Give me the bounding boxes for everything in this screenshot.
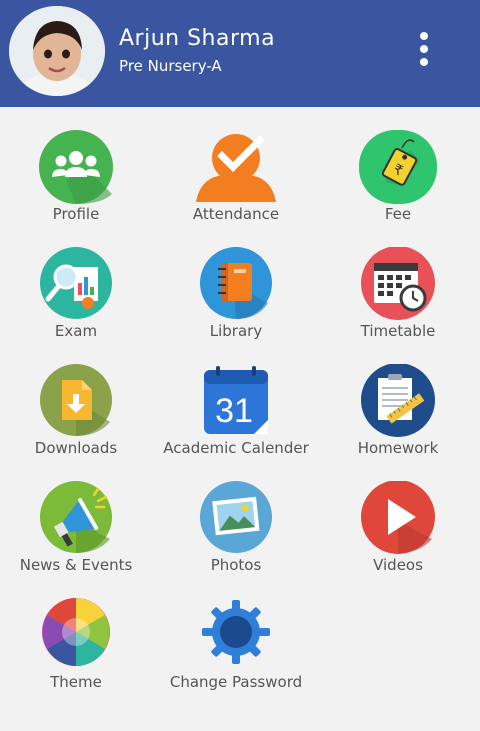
profile-group-icon (39, 130, 113, 204)
attendance-check-icon (196, 134, 276, 202)
user-class: Pre Nursery-A (119, 57, 222, 75)
tile-library[interactable]: Library (156, 247, 316, 357)
academic-calendar-icon: 31 (204, 366, 268, 434)
tile-label: Theme (50, 673, 102, 691)
theme-color-wheel-icon (42, 598, 110, 666)
tile-label: Timetable (360, 322, 436, 340)
menu-dot-icon (420, 45, 428, 53)
tile-label: Profile (52, 205, 100, 223)
fee-rupee-tag-icon: ₹ (359, 130, 437, 204)
tile-attendance[interactable]: Attendance (156, 130, 316, 240)
exam-magnifier-chart-icon (40, 247, 112, 319)
timetable-calendar-clock-icon (361, 247, 435, 320)
tile-downloads[interactable]: Downloads (0, 364, 156, 474)
homework-notepad-ruler-icon (361, 364, 435, 437)
user-name: Arjun Sharma (119, 26, 276, 51)
tile-label: Downloads (34, 439, 118, 457)
svg-text:31: 31 (215, 392, 253, 430)
tile-label: Change Password (169, 673, 303, 691)
tile-label: Exam (54, 322, 98, 340)
change-password-gear-icon (202, 600, 270, 664)
tile-label: Library (209, 322, 263, 340)
videos-play-icon (361, 481, 435, 554)
profile-header: Arjun Sharma Pre Nursery-A (0, 0, 480, 107)
tile-academic-calender[interactable]: 31 Academic Calender (156, 364, 316, 474)
menu-dot-icon (420, 58, 428, 66)
tile-theme[interactable]: Theme (0, 598, 156, 708)
tile-profile[interactable]: Profile (0, 130, 156, 240)
news-megaphone-icon (40, 481, 112, 553)
overflow-menu-button[interactable] (412, 30, 436, 68)
tile-label: Academic Calender (163, 439, 309, 457)
tile-news-events[interactable]: News & Events (0, 481, 156, 591)
tile-photos[interactable]: Photos (156, 481, 316, 591)
tile-label: News & Events (19, 556, 133, 574)
tile-change-password[interactable]: Change Password (156, 598, 316, 708)
tile-label: Photos (210, 556, 262, 574)
tile-exam[interactable]: Exam (0, 247, 156, 357)
menu-dot-icon (420, 32, 428, 40)
library-notebook-icon (200, 247, 272, 319)
downloads-file-icon (40, 364, 112, 436)
photos-picture-icon (200, 481, 272, 553)
tile-fee[interactable]: ₹ Fee (318, 130, 478, 240)
tile-label: Videos (373, 556, 423, 574)
tile-label: Attendance (192, 205, 280, 223)
tile-label: Fee (384, 205, 412, 223)
avatar[interactable] (9, 6, 105, 96)
tile-label: Homework (357, 439, 439, 457)
tile-timetable[interactable]: Timetable (318, 247, 478, 357)
tile-videos[interactable]: Videos (318, 481, 478, 591)
tile-homework[interactable]: Homework (318, 364, 478, 474)
